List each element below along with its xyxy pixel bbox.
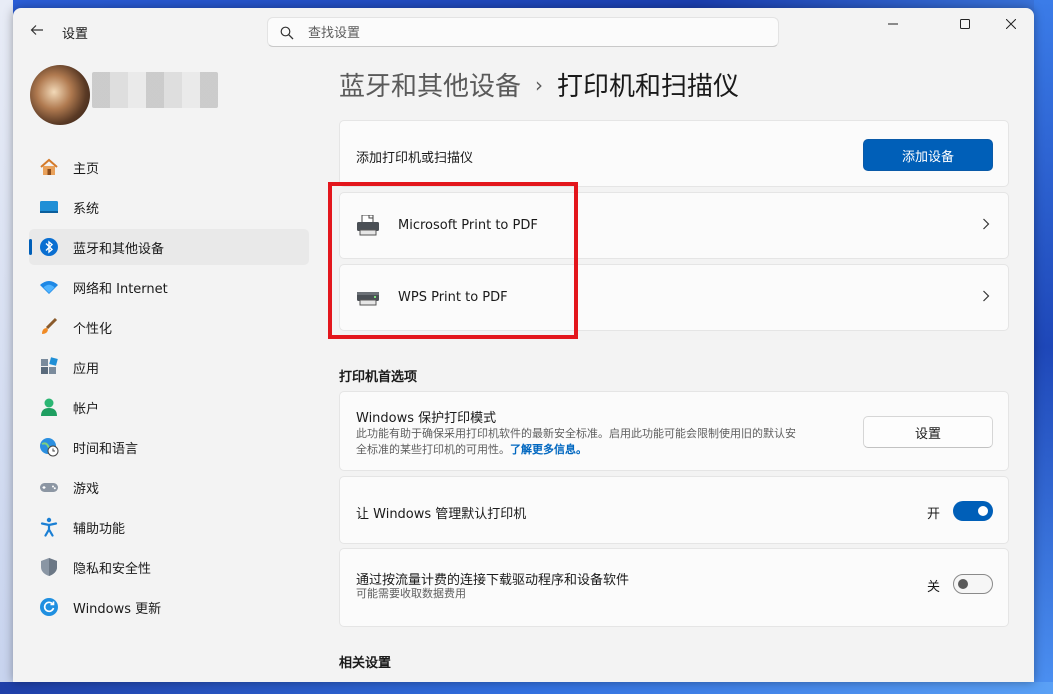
system-icon	[39, 197, 59, 217]
search-box[interactable]	[267, 17, 779, 47]
brush-icon	[39, 317, 59, 337]
desktop-background-left	[0, 0, 13, 694]
printer-icon	[356, 214, 380, 241]
manage-default-printer-title: 让 Windows 管理默认打印机	[356, 507, 527, 522]
sidebar-item-accounts[interactable]: 帐户	[29, 389, 309, 425]
search-icon	[280, 26, 294, 40]
apps-icon	[39, 357, 59, 377]
manage-default-printer-toggle[interactable]	[953, 501, 993, 521]
sidebar-item-gaming[interactable]: 游戏	[29, 469, 309, 505]
toggle-knob	[958, 579, 968, 589]
close-button[interactable]	[988, 8, 1034, 40]
minimize-icon	[888, 23, 898, 25]
app-title: 设置	[62, 27, 89, 42]
shield-icon	[39, 557, 59, 577]
sidebar-item-windows-update[interactable]: Windows 更新	[29, 589, 309, 625]
user-name-blurred	[92, 72, 218, 108]
protected-print-settings-button[interactable]: 设置	[863, 416, 993, 448]
breadcrumb-separator: ›	[535, 73, 544, 97]
back-arrow-icon	[30, 25, 43, 35]
toggle-state-label: 关	[927, 580, 941, 595]
printer-name: WPS Print to PDF	[398, 290, 508, 305]
chevron-right-icon	[982, 215, 990, 234]
related-settings-header: 相关设置	[339, 656, 392, 671]
sidebar-item-accessibility[interactable]: 辅助功能	[29, 509, 309, 545]
protected-print-mode-card: Windows 保护打印模式 此功能有助于确保采用打印机软件的最新安全标准。启用…	[339, 391, 1009, 471]
sidebar-item-time-language[interactable]: 时间和语言	[29, 429, 309, 465]
close-icon	[1006, 19, 1016, 29]
protected-print-mode-title: Windows 保护打印模式	[356, 411, 497, 426]
sidebar-item-bluetooth-devices[interactable]: 蓝牙和其他设备	[29, 229, 309, 265]
printer-name: Microsoft Print to PDF	[398, 218, 538, 233]
search-input[interactable]	[306, 21, 770, 45]
settings-window: 设置 主页	[13, 8, 1034, 682]
breadcrumb-parent[interactable]: 蓝牙和其他设备	[339, 72, 521, 102]
home-icon	[39, 157, 59, 177]
gamepad-icon	[39, 477, 59, 497]
add-printer-label: 添加打印机或扫描仪	[356, 151, 474, 166]
back-button[interactable]	[27, 22, 47, 42]
account-icon	[39, 397, 59, 417]
printer-preferences-header: 打印机首选项	[339, 370, 418, 385]
metered-download-card: 通过按流量计费的连接下载驱动程序和设备软件 可能需要收取数据费用 关	[339, 548, 1009, 627]
bluetooth-icon	[39, 237, 59, 257]
sidebar-item-privacy[interactable]: 隐私和安全性	[29, 549, 309, 585]
printer-row-microsoft-pdf[interactable]: Microsoft Print to PDF	[339, 192, 1009, 259]
manage-default-printer-card: 让 Windows 管理默认打印机 开	[339, 476, 1009, 544]
toggle-state-label: 开	[927, 507, 941, 522]
sidebar-item-home[interactable]: 主页	[29, 149, 309, 185]
printer-icon	[356, 289, 380, 311]
sidebar-item-system[interactable]: 系统	[29, 189, 309, 225]
page-title: 打印机和扫描仪	[557, 72, 740, 102]
update-icon	[39, 597, 59, 617]
add-printer-card: 添加打印机或扫描仪 添加设备	[339, 120, 1009, 187]
maximize-button[interactable]	[942, 8, 988, 40]
toggle-knob	[978, 506, 988, 516]
maximize-icon	[960, 19, 970, 29]
add-device-button[interactable]: 添加设备	[863, 139, 993, 171]
user-avatar[interactable]	[30, 65, 90, 125]
time-language-icon	[39, 437, 59, 457]
metered-download-description: 可能需要收取数据费用	[356, 587, 466, 600]
chevron-right-icon	[982, 287, 990, 306]
sidebar-item-network[interactable]: 网络和 Internet	[29, 269, 309, 305]
desktop-background-right	[1034, 0, 1053, 694]
learn-more-link[interactable]: 了解更多信息。	[510, 443, 587, 456]
title-bar: 设置	[13, 8, 1034, 56]
breadcrumb: 蓝牙和其他设备 › 打印机和扫描仪	[339, 66, 739, 103]
sidebar-nav: 主页 系统 蓝牙和其他设备 网络和 Internet 个性化 应用 帐户 时间和…	[29, 149, 309, 629]
metered-download-toggle[interactable]	[953, 574, 993, 594]
protected-print-mode-description: 此功能有助于确保采用打印机软件的最新安全标准。启用此功能可能会限制使用旧的默认安…	[356, 427, 796, 456]
wifi-icon	[39, 277, 59, 297]
sidebar-item-personalization[interactable]: 个性化	[29, 309, 309, 345]
sidebar-item-apps[interactable]: 应用	[29, 349, 309, 385]
desktop-background-bottom	[0, 682, 1053, 694]
printer-row-wps-pdf[interactable]: WPS Print to PDF	[339, 264, 1009, 331]
accessibility-icon	[39, 517, 59, 537]
minimize-button[interactable]	[870, 8, 916, 40]
